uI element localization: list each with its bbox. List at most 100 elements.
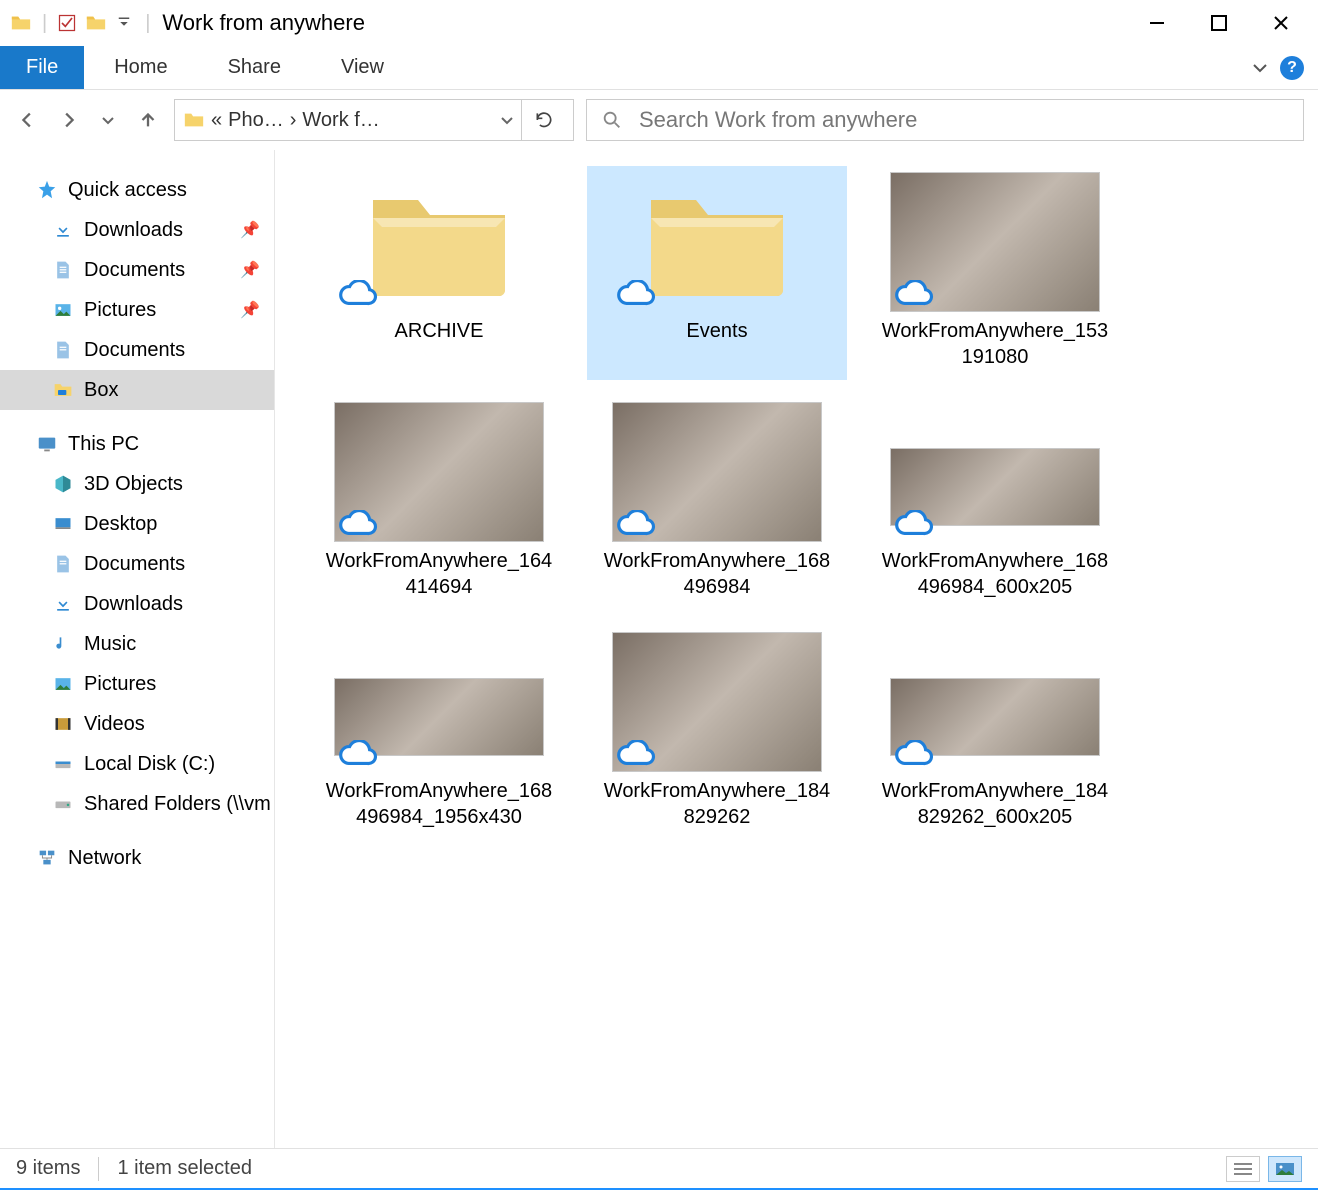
properties-icon[interactable] [57, 13, 77, 33]
sidebar-label: 3D Objects [84, 473, 183, 496]
sidebar-network[interactable]: Network [0, 838, 274, 878]
search-placeholder: Search Work from anywhere [639, 107, 917, 133]
thumbnails-view-button[interactable] [1268, 1156, 1302, 1182]
item-label: WorkFromAnywhere_168496984 [602, 548, 832, 600]
address-dropdown-icon[interactable] [499, 112, 515, 128]
image-item[interactable]: WorkFromAnywhere_153191080 [865, 166, 1125, 380]
image-item[interactable]: WorkFromAnywhere_168496984_600x205 [865, 396, 1125, 610]
drive-icon [52, 753, 74, 775]
sidebar-label: Music [84, 633, 136, 656]
window-title: Work from anywhere [162, 10, 365, 36]
sidebar-label: Documents [84, 553, 185, 576]
thumbnail [334, 402, 544, 542]
item-label: WorkFromAnywhere_168496984_600x205 [880, 548, 1110, 600]
sidebar-local-disk[interactable]: Local Disk (C:) [0, 744, 274, 784]
back-button[interactable] [14, 106, 42, 134]
sidebar-desktop[interactable]: Desktop [0, 504, 274, 544]
thumbnail [612, 402, 822, 542]
breadcrumb-ellipsis[interactable]: « [211, 109, 222, 132]
maximize-button[interactable] [1188, 3, 1250, 43]
sidebar-downloads-2[interactable]: Downloads [0, 584, 274, 624]
star-icon [36, 179, 58, 201]
pin-icon: 📌 [240, 260, 260, 280]
address-bar[interactable]: « Pho… › Work f… [174, 99, 574, 141]
minimize-button[interactable] [1126, 3, 1188, 43]
recent-dropdown[interactable] [94, 106, 122, 134]
sidebar-pictures[interactable]: Pictures 📌 [0, 290, 274, 330]
home-tab[interactable]: Home [84, 46, 197, 89]
separator: | [42, 12, 47, 35]
folder-icon [10, 12, 32, 34]
sidebar-downloads[interactable]: Downloads 📌 [0, 210, 274, 250]
search-input[interactable]: Search Work from anywhere [586, 99, 1304, 141]
item-label: WorkFromAnywhere_168496984_1956x430 [324, 778, 554, 830]
sidebar-label: Desktop [84, 513, 157, 536]
music-icon [52, 633, 74, 655]
sidebar-label: Documents [84, 259, 185, 282]
separator: | [145, 12, 150, 35]
sidebar-shared-folders[interactable]: Shared Folders (\\vm [0, 784, 274, 824]
sidebar-box[interactable]: Box [0, 370, 274, 410]
details-view-button[interactable] [1226, 1156, 1260, 1182]
image-item[interactable]: WorkFromAnywhere_168496984_1956x430 [309, 626, 569, 840]
window-controls [1126, 3, 1312, 43]
sidebar-pictures-2[interactable]: Pictures [0, 664, 274, 704]
close-button[interactable] [1250, 3, 1312, 43]
qat-dropdown-icon[interactable] [115, 13, 135, 33]
sidebar-3d-objects[interactable]: 3D Objects [0, 464, 274, 504]
sidebar-label: Shared Folders (\\vm [84, 793, 271, 816]
pin-icon: 📌 [240, 220, 260, 240]
sidebar-documents-2[interactable]: Documents [0, 330, 274, 370]
item-label: WorkFromAnywhere_164414694 [324, 548, 554, 600]
image-item[interactable]: WorkFromAnywhere_168496984 [587, 396, 847, 610]
content-pane[interactable]: ARCHIVE Events WorkFromAnywhere_15319108… [275, 150, 1318, 1148]
folder-icon [183, 109, 205, 131]
pictures-icon [52, 299, 74, 321]
breadcrumb-crumb[interactable]: Pho… [228, 109, 284, 132]
refresh-button[interactable] [521, 99, 565, 141]
folder-icon[interactable] [85, 12, 107, 34]
cube-icon [52, 473, 74, 495]
sidebar-label: Documents [84, 339, 185, 362]
thumbnail [890, 632, 1100, 772]
sidebar-documents-3[interactable]: Documents [0, 544, 274, 584]
thumbnail [334, 172, 544, 312]
pictures-icon [52, 673, 74, 695]
help-button[interactable]: ? [1280, 56, 1304, 80]
up-button[interactable] [134, 106, 162, 134]
sidebar-label: Network [68, 847, 141, 870]
download-icon [52, 593, 74, 615]
item-label: ARCHIVE [395, 318, 484, 344]
sidebar-videos[interactable]: Videos [0, 704, 274, 744]
image-item[interactable]: WorkFromAnywhere_184829262 [587, 626, 847, 840]
sidebar-documents[interactable]: Documents 📌 [0, 250, 274, 290]
main-area: Quick access Downloads 📌 Documents 📌 Pic… [0, 150, 1318, 1148]
file-tab[interactable]: File [0, 46, 84, 89]
sidebar-label: Local Disk (C:) [84, 753, 215, 776]
item-label: WorkFromAnywhere_184829262_600x205 [880, 778, 1110, 830]
sidebar-this-pc[interactable]: This PC [0, 424, 274, 464]
view-tab[interactable]: View [311, 46, 414, 89]
ribbon-expand-icon[interactable] [1250, 58, 1270, 78]
forward-button[interactable] [54, 106, 82, 134]
folder-item[interactable]: ARCHIVE [309, 166, 569, 380]
image-item[interactable]: WorkFromAnywhere_164414694 [309, 396, 569, 610]
share-tab[interactable]: Share [198, 46, 311, 89]
sidebar-quick-access[interactable]: Quick access [0, 170, 274, 210]
item-label: WorkFromAnywhere_184829262 [602, 778, 832, 830]
sidebar-label: Box [84, 379, 118, 402]
separator [98, 1157, 99, 1181]
download-icon [52, 219, 74, 241]
video-icon [52, 713, 74, 735]
sidebar-label: This PC [68, 433, 139, 456]
status-bar: 9 items 1 item selected [0, 1148, 1318, 1188]
desktop-icon [52, 513, 74, 535]
folder-item[interactable]: Events [587, 166, 847, 380]
thumbnail [334, 632, 544, 772]
breadcrumb-crumb[interactable]: Work f… [302, 109, 379, 132]
network-drive-icon [52, 793, 74, 815]
sidebar-music[interactable]: Music [0, 624, 274, 664]
computer-icon [36, 433, 58, 455]
image-item[interactable]: WorkFromAnywhere_184829262_600x205 [865, 626, 1125, 840]
sidebar-label: Downloads [84, 219, 183, 242]
